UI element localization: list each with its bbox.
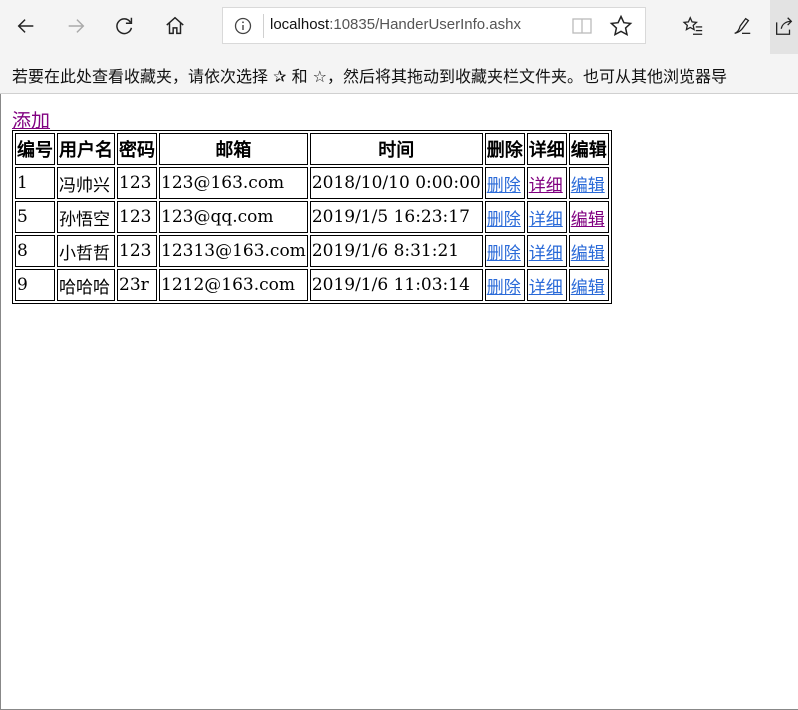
url-path: :10835/HanderUserInfo.ashx [329, 16, 521, 33]
header-edit: 编辑 [568, 133, 609, 165]
cell-time: 2018/10/10 0:00:00 [309, 167, 483, 199]
cell-id: 9 [15, 269, 55, 301]
favorites-list-icon [682, 16, 703, 35]
cell-detail: 详细 [526, 269, 567, 301]
detail-link[interactable]: 详细 [529, 244, 563, 264]
refresh-icon [116, 17, 133, 35]
cell-delete: 删除 [484, 201, 525, 233]
web-note-button[interactable] [726, 10, 758, 42]
cell-username: 小哲哲 [57, 235, 115, 267]
url-text[interactable]: localhost:10835/HanderUserInfo.ashx [270, 16, 521, 33]
delete-link[interactable]: 删除 [487, 278, 521, 298]
delete-link[interactable]: 删除 [487, 210, 521, 230]
cell-delete: 删除 [484, 269, 525, 301]
table-row: 1 冯帅兴 123 123@163.com 2018/10/10 0:00:00… [15, 167, 609, 199]
delete-link[interactable]: 删除 [487, 244, 521, 264]
cell-email: 123@qq.com [159, 201, 308, 233]
cell-delete: 删除 [484, 167, 525, 199]
header-time: 时间 [309, 133, 483, 165]
detail-link[interactable]: 详细 [529, 176, 563, 196]
cell-id: 1 [15, 167, 55, 199]
refresh-button[interactable] [109, 10, 141, 42]
cell-detail: 详细 [526, 167, 567, 199]
add-favorite-star-icon[interactable] [609, 14, 633, 38]
cell-email: 1212@163.com [159, 269, 308, 301]
header-id: 编号 [15, 133, 55, 165]
favorites-bar-message: 若要在此处查看收藏夹，请依次选择 ✰ 和 ☆，然后将其拖动到收藏夹栏文件夹。也可… [12, 67, 728, 86]
cell-edit: 编辑 [568, 167, 609, 199]
favorites-bar: 若要在此处查看收藏夹，请依次选择 ✰ 和 ☆，然后将其拖动到收藏夹栏文件夹。也可… [0, 54, 798, 94]
share-button[interactable] [770, 0, 798, 54]
cell-password: 123 [117, 167, 157, 199]
url-host: localhost [270, 16, 330, 33]
cell-time: 2019/1/5 16:23:17 [309, 201, 483, 233]
cell-id: 8 [15, 235, 55, 267]
header-username: 用户名 [57, 133, 115, 165]
cell-email: 12313@163.com [159, 235, 308, 267]
pen-icon [734, 17, 751, 34]
forward-arrow-icon [68, 19, 85, 33]
cell-password: 123 [117, 201, 157, 233]
share-icon [776, 17, 793, 35]
cell-edit: 编辑 [568, 269, 609, 301]
cell-username: 孙悟空 [57, 201, 115, 233]
table-row: 9 哈哈哈 23r 1212@163.com 2019/1/6 11:03:14… [15, 269, 609, 301]
delete-link[interactable]: 删除 [487, 176, 521, 196]
address-separator [263, 14, 264, 38]
cell-password: 23r [117, 269, 157, 301]
address-bar[interactable]: localhost:10835/HanderUserInfo.ashx [222, 7, 646, 44]
home-button[interactable] [159, 10, 191, 42]
table-header-row: 编号 用户名 密码 邮箱 时间 删除 详细 编辑 [15, 133, 609, 165]
page-content: 添加 编号 用户名 密码 邮箱 时间 删除 详细 编辑 1 冯帅兴 123 12… [0, 94, 798, 710]
cell-detail: 详细 [526, 201, 567, 233]
detail-link[interactable]: 详细 [529, 278, 563, 298]
cell-email: 123@163.com [159, 167, 308, 199]
cell-delete: 删除 [484, 235, 525, 267]
cell-detail: 详细 [526, 235, 567, 267]
table-row: 8 小哲哲 123 12313@163.com 2019/1/6 8:31:21… [15, 235, 609, 267]
table-row: 5 孙悟空 123 123@qq.com 2019/1/5 16:23:17 删… [15, 201, 609, 233]
cell-time: 2019/1/6 11:03:14 [309, 269, 483, 301]
browser-toolbar: localhost:10835/HanderUserInfo.ashx [0, 0, 798, 54]
home-icon [166, 16, 184, 35]
edit-link[interactable]: 编辑 [571, 244, 605, 264]
favorites-button[interactable] [677, 10, 709, 42]
header-detail: 详细 [526, 133, 567, 165]
edit-link[interactable]: 编辑 [571, 278, 605, 298]
header-password: 密码 [117, 133, 157, 165]
back-button[interactable] [10, 10, 42, 42]
cell-username: 冯帅兴 [57, 167, 115, 199]
forward-button[interactable] [60, 10, 92, 42]
cell-id: 5 [15, 201, 55, 233]
edit-link[interactable]: 编辑 [571, 176, 605, 196]
cell-time: 2019/1/6 8:31:21 [309, 235, 483, 267]
user-table: 编号 用户名 密码 邮箱 时间 删除 详细 编辑 1 冯帅兴 123 123@1… [12, 130, 612, 304]
cell-username: 哈哈哈 [57, 269, 115, 301]
detail-link[interactable]: 详细 [529, 210, 563, 230]
reading-view-icon[interactable] [571, 16, 593, 36]
cell-edit: 编辑 [568, 201, 609, 233]
header-delete: 删除 [484, 133, 525, 165]
back-arrow-icon [17, 19, 34, 33]
add-link[interactable]: 添加 [12, 106, 50, 133]
info-icon[interactable] [233, 16, 253, 36]
cell-edit: 编辑 [568, 235, 609, 267]
edit-link[interactable]: 编辑 [571, 210, 605, 230]
cell-password: 123 [117, 235, 157, 267]
header-email: 邮箱 [159, 133, 308, 165]
